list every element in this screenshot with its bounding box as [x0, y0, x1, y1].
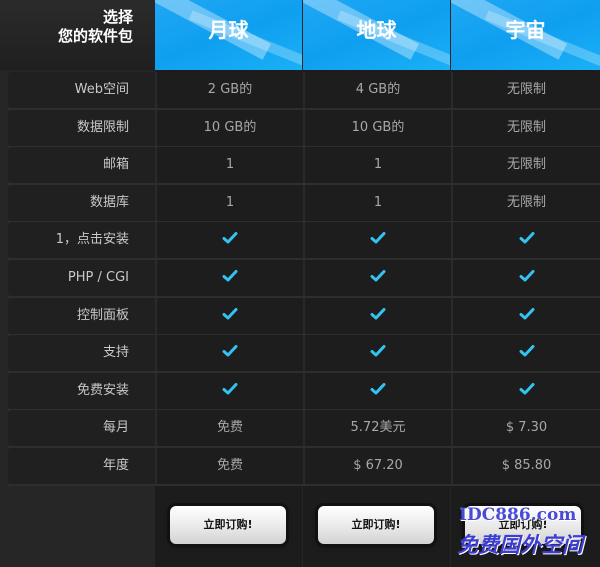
choose-package-label: 选择 您的软件包	[0, 0, 155, 70]
feature-value-universe: 无限制	[451, 72, 600, 108]
feature-label: 每月	[8, 410, 155, 446]
feature-row: 控制面板	[0, 298, 600, 336]
feature-value-earth: 4 GB的	[303, 72, 451, 108]
check-icon	[519, 345, 534, 357]
feature-label: 数据库	[8, 185, 155, 221]
feature-cell-earth	[303, 335, 451, 371]
feature-label: PHP / CGI	[8, 260, 155, 296]
feature-value-universe: 无限制	[451, 185, 600, 221]
check-icon	[519, 232, 534, 244]
feature-row: PHP / CGI	[0, 260, 600, 298]
plan-name: 月球	[208, 18, 249, 42]
feature-value-moon: 10 GB的	[155, 110, 303, 146]
check-icon	[370, 270, 386, 282]
feature-cell-universe	[451, 335, 600, 371]
feature-row: 支持	[0, 335, 600, 373]
feature-cell-universe	[451, 373, 600, 409]
order-button-universe[interactable]: 立即订购!	[465, 506, 581, 544]
check-icon	[370, 308, 386, 320]
feature-value-moon: 1	[155, 185, 303, 221]
check-icon	[222, 308, 238, 320]
feature-cell-moon	[155, 373, 303, 409]
check-icon	[222, 345, 238, 357]
order-button-moon[interactable]: 立即订购!	[170, 506, 286, 544]
feature-label: 支持	[8, 335, 155, 371]
feature-cell-moon	[155, 335, 303, 371]
feature-cell-earth	[303, 260, 451, 296]
feature-cell-moon	[155, 260, 303, 296]
check-icon	[519, 383, 534, 395]
pricing-table: 月球 地球 宇宙 选择 您的软件包 Web空间 2 GB的 4 GB的 无限制 数据限制…	[0, 0, 600, 567]
feature-row: 年度 免费 $ 67.20 $ 85.80	[0, 448, 600, 486]
plan-header-universe: 宇宙	[451, 0, 600, 70]
feature-label: 年度	[8, 448, 155, 484]
feature-label: 邮箱	[8, 147, 155, 183]
feature-cell-earth	[303, 222, 451, 258]
feature-label: 控制面板	[8, 298, 155, 334]
feature-row: 免费安装	[0, 373, 600, 411]
check-icon	[370, 345, 386, 357]
feature-cell-earth	[303, 298, 451, 334]
feature-value-universe: $ 7.30	[451, 410, 600, 446]
feature-cell-earth	[303, 373, 451, 409]
feature-label: Web空间	[8, 72, 155, 108]
plan-header-earth: 地球	[303, 0, 450, 70]
check-icon	[222, 232, 238, 244]
feature-value-earth: 1	[303, 185, 451, 221]
feature-value-universe: $ 85.80	[451, 448, 600, 484]
feature-value-earth: $ 67.20	[303, 448, 451, 484]
feature-label: 数据限制	[8, 110, 155, 146]
feature-cell-universe	[451, 260, 600, 296]
check-icon	[519, 270, 534, 282]
feature-label: 免费安装	[8, 373, 155, 409]
order-footer: 立即订购! 立即订购! 立即订购!	[155, 488, 600, 567]
feature-row: 数据库 1 1 无限制	[0, 185, 600, 223]
feature-value-earth: 1	[303, 147, 451, 183]
feature-row: 数据限制 10 GB的 10 GB的 无限制	[0, 110, 600, 148]
check-icon	[370, 383, 386, 395]
check-icon	[222, 383, 238, 395]
feature-label: 1，点击安装	[8, 222, 155, 258]
feature-row: Web空间 2 GB的 4 GB的 无限制	[0, 72, 600, 110]
corner-line-2: 您的软件包	[57, 27, 133, 45]
feature-row: 每月 免费 5.72美元 $ 7.30	[0, 410, 600, 448]
check-icon	[370, 232, 386, 244]
feature-cell-moon	[155, 222, 303, 258]
check-icon	[519, 308, 534, 320]
plan-name: 地球	[356, 18, 397, 42]
order-button-earth[interactable]: 立即订购!	[318, 506, 434, 544]
feature-cell-universe	[451, 298, 600, 334]
check-icon	[222, 270, 238, 282]
feature-value-earth: 5.72美元	[303, 410, 451, 446]
feature-value-earth: 10 GB的	[303, 110, 451, 146]
feature-value-moon: 免费	[155, 410, 303, 446]
feature-cell-moon	[155, 298, 303, 334]
feature-row: 邮箱 1 1 无限制	[0, 147, 600, 185]
plan-name: 宇宙	[505, 18, 546, 42]
plan-header-moon: 月球	[155, 0, 302, 70]
feature-value-universe: 无限制	[451, 110, 600, 146]
corner-line-1: 选择	[102, 8, 133, 26]
feature-cell-universe	[451, 222, 600, 258]
feature-value-universe: 无限制	[451, 147, 600, 183]
feature-value-moon: 免费	[155, 448, 303, 484]
feature-value-moon: 2 GB的	[155, 72, 303, 108]
feature-row: 1，点击安装	[0, 222, 600, 260]
feature-value-moon: 1	[155, 147, 303, 183]
